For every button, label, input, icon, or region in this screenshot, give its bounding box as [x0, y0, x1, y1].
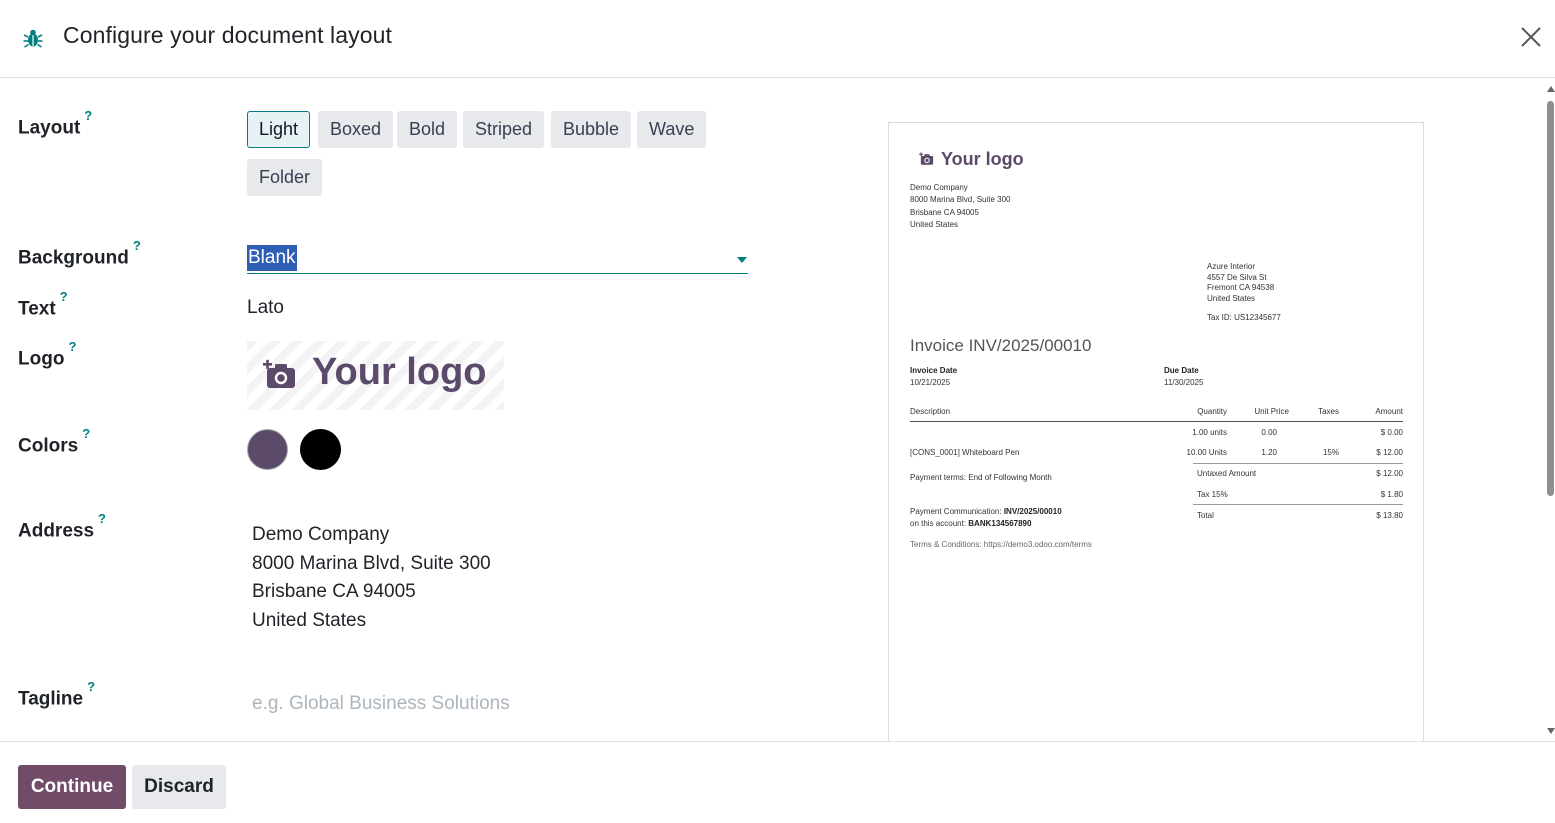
- address-line: Brisbane CA 94005: [252, 581, 416, 603]
- preview-invoice-title: Invoice INV/2025/00010: [910, 336, 1092, 355]
- layout-option-bold[interactable]: Bold: [397, 111, 458, 148]
- preview-row-unit-price: 1.20: [1261, 448, 1277, 457]
- background-label: Background?: [18, 238, 141, 269]
- caret-down-icon: [737, 257, 747, 263]
- layout-option-striped[interactable]: Striped: [463, 111, 545, 148]
- address-block[interactable]: Demo Company 8000 Marina Blvd, Suite 300…: [252, 521, 491, 636]
- preview-row-quantity: 10.00 Units: [1186, 448, 1227, 457]
- preview-company-address: Demo Company 8000 Marina Blvd, Suite 300…: [910, 183, 1011, 230]
- preview-totals-rule: [1193, 463, 1403, 464]
- scrollbar[interactable]: [1545, 83, 1555, 738]
- preview-col-taxes: Taxes: [1318, 407, 1339, 416]
- preview-col-amount: Amount: [1375, 407, 1403, 416]
- logo-label: Logo?: [18, 339, 77, 370]
- help-tooltip[interactable]: ?: [60, 289, 68, 304]
- preview-row-quantity: 1.00 units: [1192, 428, 1227, 437]
- help-tooltip[interactable]: ?: [133, 238, 141, 253]
- preview-total-label: Total: [1197, 511, 1214, 520]
- layout-label: Layout?: [18, 108, 93, 139]
- background-select[interactable]: Blank: [247, 242, 748, 274]
- preview-tax-label: Tax 15%: [1197, 490, 1228, 499]
- help-tooltip[interactable]: ?: [98, 511, 106, 526]
- address-line: 8000 Marina Blvd, Suite 300: [252, 552, 491, 574]
- help-tooltip[interactable]: ?: [84, 108, 92, 123]
- layout-option-light[interactable]: Light: [247, 111, 311, 148]
- help-tooltip[interactable]: ?: [68, 339, 76, 354]
- colors-label: Colors?: [18, 426, 91, 457]
- preview-col-unit-price: Unit Price: [1254, 407, 1289, 416]
- scrollbar-thumb[interactable]: [1547, 101, 1554, 496]
- preview-terms: Terms & Conditions: https://demo3.odoo.c…: [910, 540, 1092, 549]
- logo-upload[interactable]: Your logo: [247, 341, 504, 410]
- preview-row-taxes: 15%: [1322, 448, 1339, 457]
- preview-total-rule: [1193, 504, 1403, 505]
- preview-payment-communication: Payment Communication: INV/2025/00010: [910, 507, 1062, 516]
- preview-due-date-label: Due Date: [1164, 366, 1199, 375]
- camera-plus-icon: [919, 152, 934, 165]
- discard-button[interactable]: Discard: [132, 765, 226, 809]
- help-tooltip[interactable]: ?: [82, 426, 90, 441]
- dialog-title: Configure your document layout: [63, 22, 393, 48]
- preview-due-date: 11/30/2025: [1164, 378, 1204, 387]
- tagline-input[interactable]: [252, 689, 748, 719]
- scroll-up-arrow-icon[interactable]: [1547, 86, 1555, 92]
- bug-icon[interactable]: [22, 27, 44, 49]
- layout-option-bubble[interactable]: Bubble: [551, 111, 632, 148]
- preview-row-description: [CONS_0001] Whiteboard Pen: [910, 448, 1020, 457]
- scroll-down-arrow-icon[interactable]: [1547, 728, 1555, 734]
- preview-row-amount: $ 12.00: [1376, 448, 1403, 457]
- text-font-value[interactable]: Lato: [247, 297, 284, 319]
- preview-customer-address: Azure Interior 4557 De Silva St Fremont …: [1207, 262, 1275, 303]
- preview-invoice-date-label: Invoice Date: [910, 366, 958, 375]
- preview-tax-value: $ 1.80: [1380, 490, 1403, 499]
- address-line: United States: [252, 610, 367, 632]
- preview-header-rule: [910, 421, 1403, 422]
- continue-button[interactable]: Continue: [18, 765, 126, 809]
- tagline-label: Tagline?: [18, 679, 96, 710]
- layout-option-folder[interactable]: Folder: [247, 159, 323, 196]
- layout-option-boxed[interactable]: Boxed: [318, 111, 394, 148]
- preview-tax-id: Tax ID: US12345677: [1207, 313, 1281, 322]
- camera-plus-icon: [263, 359, 295, 388]
- preview-untaxed-value: $ 12.00: [1376, 469, 1403, 478]
- layout-option-wave[interactable]: Wave: [637, 111, 707, 148]
- preview-row-unit-price: 0.00: [1261, 428, 1277, 437]
- preview-col-description: Description: [910, 407, 951, 416]
- address-line: Demo Company: [252, 524, 390, 545]
- preview-col-quantity: Quantity: [1197, 407, 1227, 416]
- dialog-footer: Continue Discard: [0, 741, 1555, 823]
- close-icon[interactable]: [1516, 22, 1546, 52]
- logo-placeholder-text: Your logo: [312, 351, 487, 393]
- preview-logo-text: Your logo: [941, 149, 1024, 169]
- preview-invoice-date: 10/21/2025: [910, 378, 951, 387]
- dialog-header: Configure your document layout: [0, 0, 1555, 78]
- preview-total-value: $ 13.80: [1376, 511, 1403, 520]
- preview-row-amount: $ 0.00: [1380, 428, 1403, 437]
- primary-color-swatch[interactable]: [247, 429, 288, 470]
- secondary-color-swatch[interactable]: [300, 429, 341, 470]
- address-label: Address?: [18, 511, 106, 542]
- document-preview: Your logo Demo Company 8000 Marina Blvd,…: [888, 122, 1424, 742]
- preview-bank-account: on this account: BANK134567890: [910, 519, 1032, 528]
- background-value: Blank: [247, 245, 297, 271]
- text-label: Text?: [18, 289, 68, 320]
- help-tooltip[interactable]: ?: [87, 679, 95, 694]
- preview-payment-terms: Payment terms: End of Following Month: [910, 473, 1052, 482]
- preview-untaxed-label: Untaxed Amount: [1197, 469, 1257, 478]
